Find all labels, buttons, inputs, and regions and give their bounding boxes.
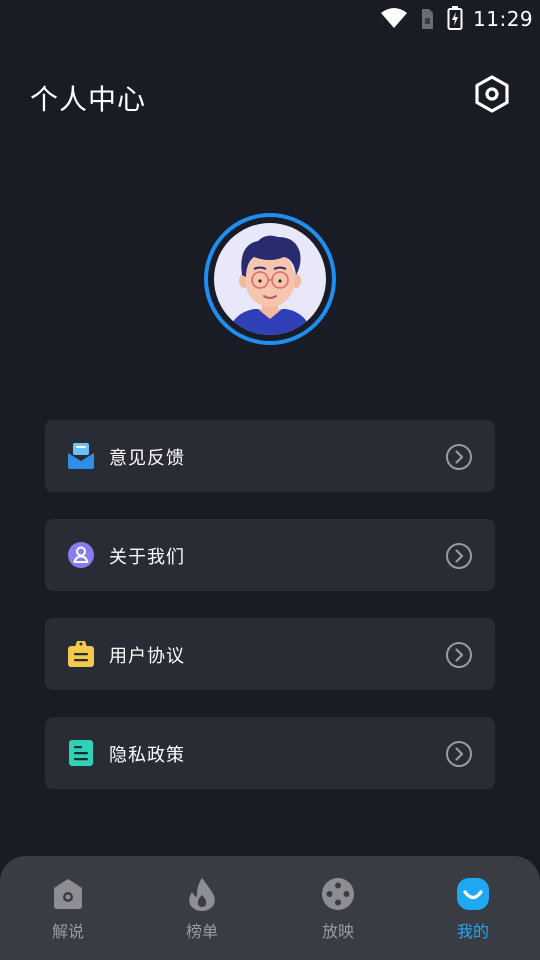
chevron-right-icon <box>446 543 472 569</box>
menu-item-label: 用户协议 <box>109 646 185 667</box>
sim-signal-icon <box>422 9 433 29</box>
menu-item-privacy-policy[interactable]: 隐私政策 <box>45 717 495 789</box>
chevron-right-icon <box>446 444 472 470</box>
clipboard-icon <box>68 641 94 667</box>
smile-face-icon <box>457 878 489 910</box>
film-reel-icon <box>322 878 354 910</box>
feedback-mail-icon <box>68 443 94 469</box>
menu-item-user-agreement[interactable]: 用户协议 <box>45 618 495 690</box>
wifi-icon <box>381 8 407 28</box>
flame-icon <box>189 878 215 911</box>
settings-hexagon-icon <box>475 75 509 113</box>
document-list-icon <box>69 740 93 766</box>
settings-button[interactable] <box>472 74 512 114</box>
battery-icon <box>447 6 463 30</box>
nav-label: 解说 <box>51 922 84 941</box>
avatar[interactable] <box>204 213 336 345</box>
status-time: 11:29 <box>473 7 534 31</box>
bottom-navigation: 解说 榜单 放映 我的 <box>0 856 540 960</box>
menu-item-about-us[interactable]: 关于我们 <box>45 519 495 591</box>
nav-tab-rankings[interactable]: 榜单 <box>162 876 242 946</box>
nav-tab-screening[interactable]: 放映 <box>298 876 378 946</box>
menu-item-feedback[interactable]: 意见反馈 <box>45 420 495 492</box>
user-circle-icon <box>68 542 94 568</box>
camera-home-icon <box>54 879 82 909</box>
menu-item-label: 关于我们 <box>109 547 185 568</box>
nav-tab-commentary[interactable]: 解说 <box>28 876 108 946</box>
page-title: 个人中心 <box>30 83 147 116</box>
status-bar: 11:29 <box>0 0 540 36</box>
nav-tab-mine[interactable]: 我的 <box>433 876 513 946</box>
nav-label: 榜单 <box>185 922 218 941</box>
chevron-right-icon <box>446 642 472 668</box>
nav-label: 放映 <box>321 922 354 941</box>
chevron-right-icon <box>446 741 472 767</box>
profile-screen: 11:29 个人中心 意见反馈 关于我们 用户协议 隐私政策 解说 榜单 放映 … <box>0 0 540 960</box>
menu-item-label: 意见反馈 <box>109 448 185 469</box>
menu-item-label: 隐私政策 <box>109 745 185 766</box>
nav-label: 我的 <box>456 922 489 941</box>
avatar-image <box>214 223 326 335</box>
